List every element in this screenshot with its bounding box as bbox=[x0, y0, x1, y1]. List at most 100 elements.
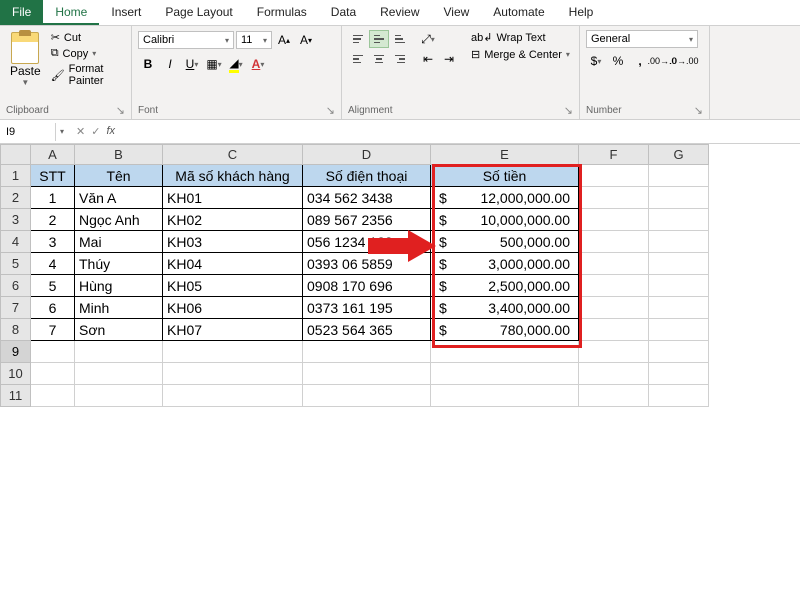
cell[interactable] bbox=[579, 363, 649, 385]
cell[interactable] bbox=[649, 363, 709, 385]
select-all-corner[interactable] bbox=[1, 145, 31, 165]
font-color-button[interactable]: A▾ bbox=[248, 54, 268, 74]
cell[interactable]: Văn A bbox=[75, 187, 163, 209]
cell[interactable] bbox=[579, 165, 649, 187]
cell[interactable] bbox=[303, 385, 431, 407]
cell[interactable]: KH04 bbox=[163, 253, 303, 275]
cell[interactable] bbox=[303, 363, 431, 385]
cell[interactable] bbox=[31, 341, 75, 363]
cell[interactable]: KH01 bbox=[163, 187, 303, 209]
row-header-4[interactable]: 4 bbox=[1, 231, 31, 253]
col-header-C[interactable]: C bbox=[163, 145, 303, 165]
cell[interactable] bbox=[649, 297, 709, 319]
borders-button[interactable]: ▦▾ bbox=[204, 54, 224, 74]
dialog-launcher-icon[interactable]: ↘ bbox=[564, 104, 573, 117]
tab-home[interactable]: Home bbox=[43, 0, 99, 25]
wrap-text-button[interactable]: ab↲Wrap Text bbox=[469, 30, 572, 45]
format-painter-button[interactable]: 🖌 Format Painter bbox=[49, 62, 125, 88]
cell[interactable] bbox=[649, 231, 709, 253]
name-box[interactable]: I9 bbox=[0, 123, 56, 141]
cell[interactable]: 089 567 2356 bbox=[303, 209, 431, 231]
tab-formulas[interactable]: Formulas bbox=[245, 0, 319, 25]
cell[interactable] bbox=[649, 341, 709, 363]
number-format-combo[interactable]: General▾ bbox=[586, 30, 698, 48]
cell[interactable]: Số điện thoại bbox=[303, 165, 431, 187]
cell[interactable]: STT bbox=[31, 165, 75, 187]
cell[interactable]: 7 bbox=[31, 319, 75, 341]
cell[interactable] bbox=[649, 385, 709, 407]
cell[interactable] bbox=[75, 385, 163, 407]
increase-font-button[interactable]: A▴ bbox=[274, 30, 294, 50]
row-header-7[interactable]: 7 bbox=[1, 297, 31, 319]
cell[interactable]: KH05 bbox=[163, 275, 303, 297]
cell[interactable] bbox=[579, 297, 649, 319]
tab-page-layout[interactable]: Page Layout bbox=[153, 0, 244, 25]
cell[interactable] bbox=[431, 363, 579, 385]
cell[interactable]: 0523 564 365 bbox=[303, 319, 431, 341]
bold-button[interactable]: B bbox=[138, 54, 158, 74]
cell[interactable]: Thúy bbox=[75, 253, 163, 275]
cell[interactable]: Minh bbox=[75, 297, 163, 319]
cell[interactable]: Số tiền bbox=[431, 165, 579, 187]
cell[interactable] bbox=[579, 253, 649, 275]
cell[interactable]: 2 bbox=[31, 209, 75, 231]
dialog-launcher-icon[interactable]: ↘ bbox=[326, 104, 335, 117]
fx-icon[interactable]: fx bbox=[106, 125, 115, 138]
tab-insert[interactable]: Insert bbox=[99, 0, 153, 25]
cell[interactable] bbox=[75, 363, 163, 385]
col-header-E[interactable]: E bbox=[431, 145, 579, 165]
tab-view[interactable]: View bbox=[432, 0, 482, 25]
underline-button[interactable]: U▾ bbox=[182, 54, 202, 74]
row-header-5[interactable]: 5 bbox=[1, 253, 31, 275]
align-middle-button[interactable] bbox=[369, 30, 389, 48]
cell[interactable] bbox=[579, 385, 649, 407]
dialog-launcher-icon[interactable]: ↘ bbox=[694, 104, 703, 117]
formula-input[interactable] bbox=[123, 123, 800, 141]
row-header-8[interactable]: 8 bbox=[1, 319, 31, 341]
cell[interactable] bbox=[431, 385, 579, 407]
cell[interactable] bbox=[31, 385, 75, 407]
cell[interactable]: 0908 170 696 bbox=[303, 275, 431, 297]
col-header-B[interactable]: B bbox=[75, 145, 163, 165]
cell[interactable]: Ngọc Anh bbox=[75, 209, 163, 231]
cell[interactable]: 4 bbox=[31, 253, 75, 275]
cell[interactable] bbox=[579, 319, 649, 341]
cell[interactable] bbox=[31, 363, 75, 385]
cell[interactable] bbox=[579, 209, 649, 231]
cell[interactable]: $3,000,000.00 bbox=[431, 253, 579, 275]
cell[interactable]: 034 562 3438 bbox=[303, 187, 431, 209]
tab-review[interactable]: Review bbox=[368, 0, 431, 25]
cell[interactable] bbox=[163, 363, 303, 385]
tab-data[interactable]: Data bbox=[319, 0, 368, 25]
cell[interactable]: 0393 06 5859 bbox=[303, 253, 431, 275]
cell[interactable]: $3,400,000.00 bbox=[431, 297, 579, 319]
cell[interactable]: $10,000,000.00 bbox=[431, 209, 579, 231]
cell[interactable]: KH03 bbox=[163, 231, 303, 253]
italic-button[interactable]: I bbox=[160, 54, 180, 74]
cell[interactable] bbox=[579, 341, 649, 363]
cell[interactable] bbox=[649, 187, 709, 209]
decrease-font-button[interactable]: A▾ bbox=[296, 30, 316, 50]
cell[interactable]: $500,000.00 bbox=[431, 231, 579, 253]
tab-automate[interactable]: Automate bbox=[481, 0, 556, 25]
percent-format-button[interactable]: % bbox=[608, 51, 628, 71]
align-right-button[interactable] bbox=[390, 50, 410, 68]
orientation-button[interactable]: ⤢▾ bbox=[418, 30, 438, 48]
fill-color-button[interactable]: ◢▾ bbox=[226, 54, 246, 74]
cell[interactable] bbox=[649, 253, 709, 275]
row-header-1[interactable]: 1 bbox=[1, 165, 31, 187]
align-top-button[interactable] bbox=[348, 30, 368, 48]
row-header-9[interactable]: 9 bbox=[1, 341, 31, 363]
cell[interactable] bbox=[579, 275, 649, 297]
increase-indent-button[interactable]: ⇥ bbox=[439, 50, 459, 68]
font-size-combo[interactable]: 11▾ bbox=[236, 31, 272, 49]
merge-center-button[interactable]: ⊟Merge & Center▾ bbox=[469, 47, 572, 62]
cell[interactable] bbox=[649, 319, 709, 341]
align-bottom-button[interactable] bbox=[390, 30, 410, 48]
cell[interactable]: $2,500,000.00 bbox=[431, 275, 579, 297]
tab-file[interactable]: File bbox=[0, 0, 43, 25]
row-header-2[interactable]: 2 bbox=[1, 187, 31, 209]
cell[interactable]: $780,000.00 bbox=[431, 319, 579, 341]
align-left-button[interactable] bbox=[348, 50, 368, 68]
enter-formula-button[interactable]: ✓ bbox=[91, 125, 100, 138]
